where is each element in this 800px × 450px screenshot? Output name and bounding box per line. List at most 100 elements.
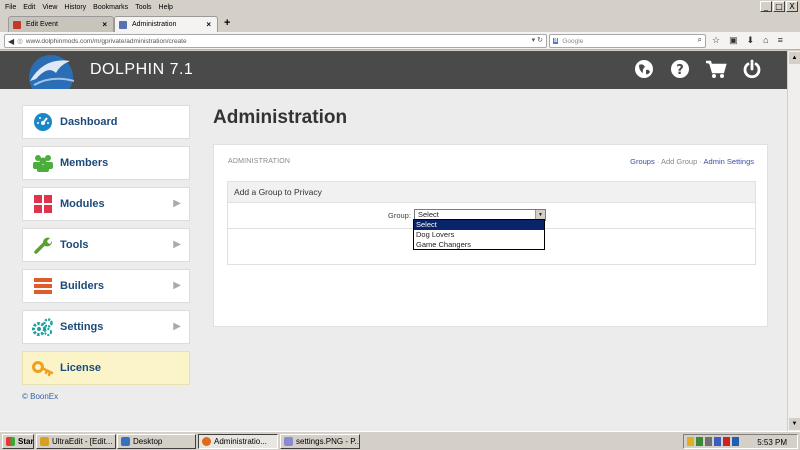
ultraedit-icon [40, 437, 49, 446]
sidebar-item-label: Tools [60, 239, 89, 251]
search-icon[interactable]: ⌕ [698, 35, 702, 45]
chevron-right-icon: ▶ [173, 239, 181, 250]
panel-header: ADMINISTRATION [228, 158, 291, 165]
option-game-changers[interactable]: Game Changers [414, 240, 544, 250]
windows-logo-icon [6, 437, 15, 446]
task-ultraedit[interactable]: UltraEdit - [Edit... [36, 434, 116, 449]
sidebar-item-label: Dashboard [60, 116, 118, 128]
breadcrumb-admin-settings-link[interactable]: Admin Settings [704, 157, 754, 166]
modules-icon [32, 193, 54, 215]
tray-update-icon[interactable] [732, 437, 739, 446]
option-dog-lovers[interactable]: Dog Lovers [414, 230, 544, 240]
new-tab-button[interactable]: + [224, 17, 230, 29]
tray-antivirus-icon[interactable] [723, 437, 730, 446]
key-icon [32, 357, 54, 379]
menu-history[interactable]: History [64, 4, 86, 11]
site-brand[interactable]: DOLPHIN 7.1 [90, 61, 193, 79]
tab-favicon-icon [119, 20, 127, 29]
toolbar-icons: ☆ ▣ ⬇ ⌂ ≡ [712, 35, 783, 46]
dashboard-icon [32, 111, 54, 133]
tab-administration[interactable]: Administration × [114, 16, 218, 32]
group-select-value: Select [418, 210, 439, 219]
dolphin-logo-icon[interactable] [22, 51, 80, 99]
breadcrumb-groups-link[interactable]: Groups [630, 157, 655, 166]
tab-bar: Edit Event × Administration × + [0, 14, 800, 32]
nav-bar: ◀ ◎ www.dolphinmods.com/m/gprivate/admin… [0, 32, 800, 50]
maximize-button[interactable]: □ [773, 1, 785, 12]
task-label: settings.PNG - P... [296, 437, 360, 446]
menu-bookmarks[interactable]: Bookmarks [93, 4, 128, 11]
task-paint[interactable]: settings.PNG - P... [280, 434, 360, 449]
task-label: UltraEdit - [Edit... [52, 437, 113, 446]
tray-volume-icon[interactable] [705, 437, 712, 446]
task-firefox[interactable]: Administratio... [198, 434, 278, 449]
header-icons: ? [633, 58, 763, 80]
sidebar-item-builders[interactable]: Builders ▶ [22, 269, 190, 303]
chevron-right-icon: ▶ [173, 198, 181, 209]
sidebar-item-label: Members [60, 157, 109, 169]
globe-icon[interactable] [633, 58, 655, 80]
search-box[interactable]: 8 Google ⌕ [549, 34, 706, 48]
page-title: Administration [213, 107, 348, 128]
address-bar[interactable]: ◀ ◎ www.dolphinmods.com/m/gprivate/admin… [4, 34, 547, 48]
menu-edit[interactable]: Edit [23, 4, 35, 11]
copyright-link[interactable]: © BoonEx [22, 392, 58, 401]
close-tab-icon[interactable]: × [102, 20, 107, 29]
start-button[interactable]: Start [2, 434, 34, 449]
scroll-down-icon[interactable]: ▼ [789, 418, 800, 430]
close-tab-icon[interactable]: × [206, 20, 211, 29]
menu-view[interactable]: View [42, 4, 57, 11]
sidebar-item-license[interactable]: License [22, 351, 190, 385]
menu-icon[interactable]: ≡ [778, 35, 783, 46]
chevron-right-icon: ▶ [173, 280, 181, 291]
reload-icon[interactable]: ▾ ↻ [532, 36, 543, 44]
task-label: Desktop [133, 437, 163, 446]
close-window-button[interactable]: X [786, 1, 798, 12]
sidebar-item-dashboard[interactable]: Dashboard [22, 105, 190, 139]
tray-network-icon[interactable] [696, 437, 703, 446]
start-label: Start [18, 437, 34, 446]
bookmark-star-icon[interactable]: ☆ [712, 35, 720, 46]
task-label: Administratio... [214, 437, 267, 446]
task-desktop[interactable]: Desktop [117, 434, 196, 449]
power-icon[interactable] [741, 58, 763, 80]
help-icon[interactable]: ? [669, 58, 691, 80]
taskbar: Start UltraEdit - [Edit... Desktop Admin… [0, 431, 800, 450]
firefox-icon [202, 437, 211, 446]
scroll-up-icon[interactable]: ▲ [789, 52, 800, 64]
sidebar-item-tools[interactable]: Tools ▶ [22, 228, 190, 262]
tray-security-icon[interactable] [714, 437, 721, 446]
desktop-icon [121, 437, 130, 446]
group-select-options: Select Dog Lovers Game Changers [413, 219, 545, 250]
system-tray: 5:53 PM [683, 434, 798, 449]
home-icon[interactable]: ⌂ [763, 35, 768, 46]
menu-tools[interactable]: Tools [135, 4, 151, 11]
breadcrumb-add-group: Add Group [661, 157, 698, 166]
sidebar-item-members[interactable]: Members [22, 146, 190, 180]
menu-help[interactable]: Help [159, 4, 173, 11]
form-heading: Add a Group to Privacy [228, 182, 755, 203]
tab-edit-event[interactable]: Edit Event × [8, 16, 114, 32]
sidebar-item-settings[interactable]: Settings ▶ [22, 310, 190, 344]
download-icon[interactable]: ⬇ [747, 35, 755, 46]
bookmarks-list-icon[interactable]: ▣ [729, 35, 738, 46]
page-scrollbar[interactable]: ▲ ▼ [787, 51, 800, 431]
site-header: DOLPHIN 7.1 ? [0, 51, 787, 99]
wrench-icon [32, 234, 54, 256]
minimize-button[interactable]: _ [760, 1, 772, 12]
gear-icon [32, 316, 54, 338]
back-icon[interactable]: ◀ [8, 37, 14, 46]
option-select[interactable]: Select [414, 220, 544, 230]
sidebar-item-label: License [60, 362, 101, 374]
paint-icon [284, 437, 293, 446]
tray-shield-icon[interactable] [687, 437, 694, 446]
cart-icon[interactable] [705, 58, 727, 80]
sidebar-item-modules[interactable]: Modules ▶ [22, 187, 190, 221]
breadcrumb: Groups · Add Group · Admin Settings [630, 157, 754, 166]
search-placeholder: Google [562, 37, 584, 45]
menu-file[interactable]: File [5, 4, 16, 11]
google-icon: 8 [553, 38, 559, 44]
window-controls: _ □ X [760, 1, 798, 12]
builders-icon [32, 275, 54, 297]
tab-title: Edit Event [26, 21, 58, 28]
